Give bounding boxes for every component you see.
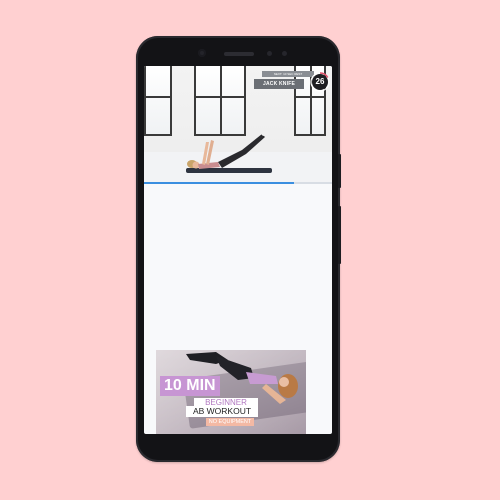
page-background: NEXT: 10 SEC REST JACK KNIFE 26 10 MIN B… — [0, 0, 500, 500]
phone-device: NEXT: 10 SEC REST JACK KNIFE 26 10 MIN B… — [136, 36, 341, 462]
volume-button — [338, 206, 341, 264]
content-area — [144, 184, 332, 346]
phone-screen: NEXT: 10 SEC REST JACK KNIFE 26 10 MIN B… — [144, 66, 332, 434]
workout-duration: 10 MIN — [160, 376, 220, 396]
power-button — [338, 154, 341, 188]
workout-title: AB WORKOUT — [186, 406, 258, 417]
sensor-dot — [282, 51, 287, 56]
sensor-dot — [267, 51, 272, 56]
earpiece-speaker — [224, 52, 254, 56]
next-exercise-label: NEXT: 10 SEC REST — [262, 71, 314, 77]
exercise-name-label: JACK KNIFE — [254, 79, 304, 89]
workout-subtitle: NO EQUIPMENT — [206, 418, 254, 426]
countdown-timer: 26 — [312, 74, 328, 90]
exercise-video[interactable]: NEXT: 10 SEC REST JACK KNIFE 26 — [144, 66, 332, 184]
workout-thumbnail[interactable]: 10 MIN BEGINNER AB WORKOUT NO EQUIPMENT — [156, 350, 306, 434]
video-window — [144, 66, 172, 136]
exerciser-figure — [187, 130, 269, 169]
front-camera-icon — [198, 49, 206, 57]
